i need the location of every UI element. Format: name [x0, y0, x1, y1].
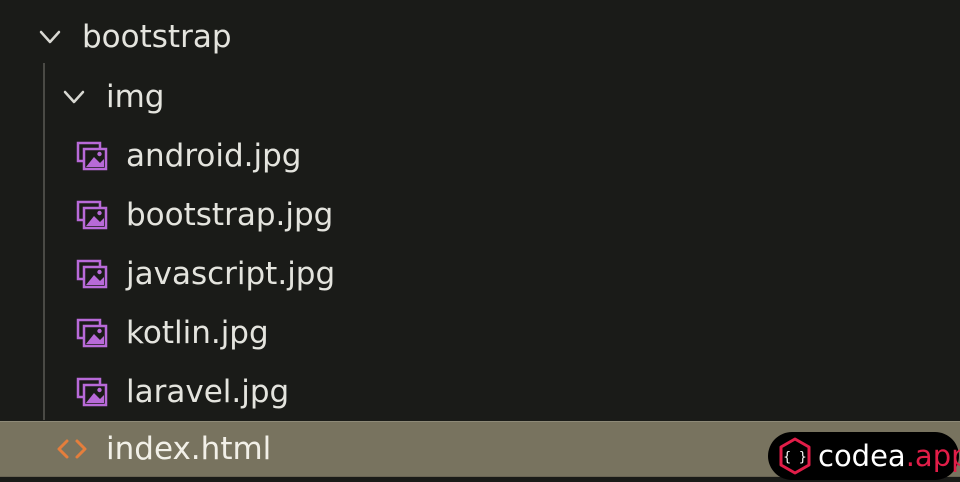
logo-braces: { }	[783, 450, 806, 465]
image-file-icon	[76, 318, 108, 348]
file-label: bootstrap.jpg	[126, 196, 334, 233]
html-code-icon	[57, 439, 87, 459]
file-label: laravel.jpg	[126, 373, 290, 410]
file-label: kotlin.jpg	[126, 314, 269, 351]
folder-bootstrap[interactable]: bootstrap	[0, 9, 960, 65]
chevron-down-icon[interactable]	[36, 23, 64, 51]
file-explorer: bootstrap img android.jpg bootstrap.jpg	[0, 0, 960, 482]
image-file-icon	[76, 377, 108, 407]
file-kotlin-jpg[interactable]: kotlin.jpg	[0, 305, 960, 361]
file-javascript-jpg[interactable]: javascript.jpg	[0, 246, 960, 302]
brand-name: codea	[818, 438, 906, 473]
file-label: android.jpg	[126, 137, 302, 174]
folder-label: bootstrap	[82, 18, 232, 55]
brand-text: codea.app	[818, 438, 960, 473]
folder-img[interactable]: img	[0, 69, 960, 125]
image-file-icon	[76, 200, 108, 230]
image-file-icon	[76, 259, 108, 289]
file-laravel-jpg[interactable]: laravel.jpg	[0, 364, 960, 420]
codea-logo-icon: { }	[779, 437, 811, 475]
file-android-jpg[interactable]: android.jpg	[0, 128, 960, 184]
file-label: index.html	[106, 430, 272, 467]
image-file-icon	[76, 141, 108, 171]
codea-app-watermark: { } codea.app	[768, 432, 960, 480]
folder-label: img	[106, 78, 165, 115]
brand-domain: .app	[905, 438, 960, 473]
file-label: javascript.jpg	[126, 255, 336, 292]
file-bootstrap-jpg[interactable]: bootstrap.jpg	[0, 187, 960, 243]
chevron-down-icon[interactable]	[60, 83, 88, 111]
